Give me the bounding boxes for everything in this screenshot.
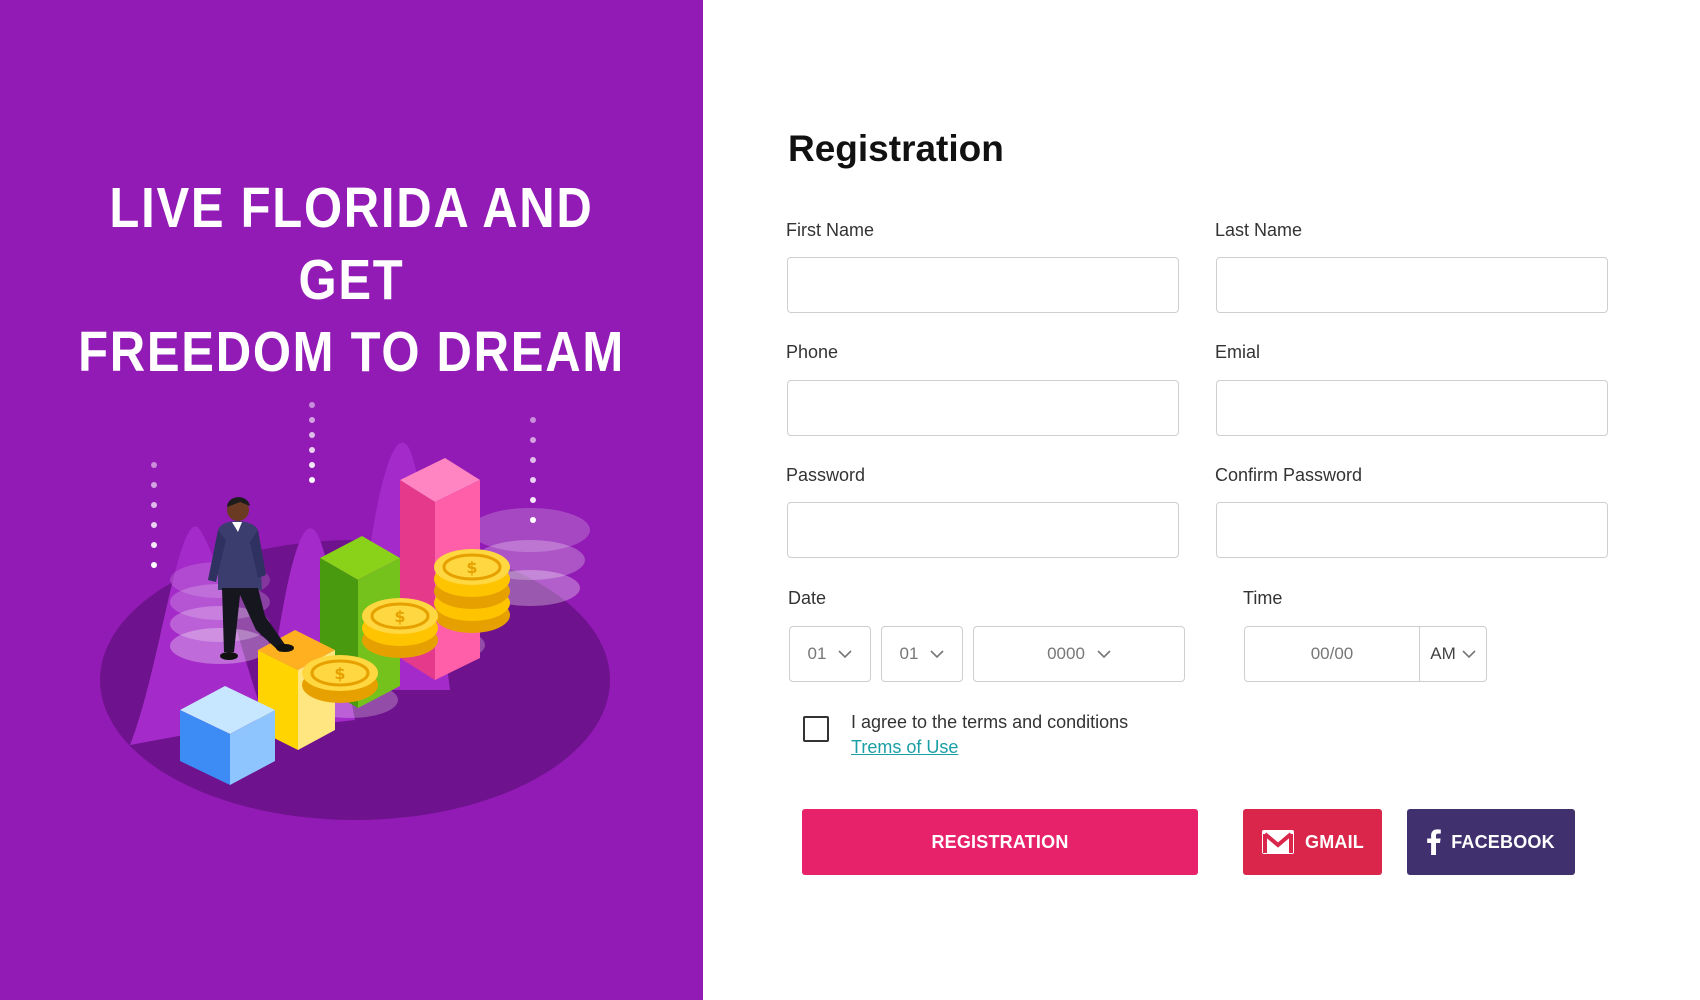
gmail-button[interactable]: GMAIL bbox=[1243, 809, 1382, 875]
time-label: Time bbox=[1243, 588, 1283, 608]
date-label: Date bbox=[788, 588, 827, 608]
registration-panel: Registration First Name Last Name Phone … bbox=[703, 0, 1700, 1000]
chevron-down-icon bbox=[838, 650, 853, 658]
date-month-value: 01 bbox=[899, 644, 919, 663]
confirm-password-label: Confirm Password bbox=[1215, 465, 1363, 485]
facebook-icon bbox=[1427, 829, 1441, 855]
hero-panel: LIVE FLORIDA AND GET FREEDOM TO DREAM $ … bbox=[0, 0, 703, 1000]
chevron-down-icon bbox=[1462, 650, 1476, 658]
terms-of-use-link[interactable]: Trems of Use bbox=[851, 737, 958, 758]
password-input[interactable] bbox=[787, 502, 1179, 558]
agree-text: I agree to the terms and conditions bbox=[851, 712, 1129, 732]
coin-stack-right: $ bbox=[434, 549, 510, 633]
chevron-down-icon bbox=[1097, 650, 1111, 658]
finance-illustration: $ $ $ bbox=[100, 402, 610, 820]
facebook-button-label: FACEBOOK bbox=[1451, 831, 1555, 852]
phone-label: Phone bbox=[786, 342, 839, 362]
hero-headline-line1: LIVE FLORIDA AND GET bbox=[109, 176, 594, 312]
time-input[interactable] bbox=[1245, 627, 1420, 681]
date-day-select[interactable]: 01 bbox=[789, 626, 871, 682]
ampm-value: AM bbox=[1430, 644, 1456, 663]
registration-button[interactable]: REGISTRATION bbox=[802, 809, 1198, 875]
registration-button-label: REGISTRATION bbox=[931, 831, 1069, 852]
svg-text:$: $ bbox=[394, 607, 405, 626]
chevron-down-icon bbox=[930, 650, 945, 658]
facebook-button[interactable]: FACEBOOK bbox=[1407, 809, 1575, 875]
first-name-input[interactable] bbox=[787, 257, 1179, 313]
ampm-select[interactable]: AM bbox=[1420, 627, 1486, 681]
svg-text:$: $ bbox=[334, 664, 345, 683]
date-month-select[interactable]: 01 bbox=[881, 626, 963, 682]
last-name-input[interactable] bbox=[1216, 257, 1608, 313]
phone-input[interactable] bbox=[787, 380, 1179, 436]
email-input[interactable] bbox=[1216, 380, 1608, 436]
date-year-select[interactable]: 0000 bbox=[973, 626, 1185, 682]
coin-stack-middle: $ bbox=[362, 598, 438, 658]
svg-text:$: $ bbox=[466, 558, 477, 577]
form-title: Registration bbox=[788, 128, 1004, 169]
confirm-password-input[interactable] bbox=[1216, 502, 1608, 558]
time-field-group: AM bbox=[1244, 626, 1487, 682]
gmail-button-label: GMAIL bbox=[1305, 831, 1364, 852]
date-year-value: 0000 bbox=[1047, 644, 1085, 663]
gmail-icon bbox=[1262, 830, 1294, 854]
coin-stack-left: $ bbox=[302, 655, 378, 703]
last-name-label: Last Name bbox=[1215, 220, 1303, 240]
email-label: Emial bbox=[1215, 342, 1261, 362]
hero-headline: LIVE FLORIDA AND GET FREEDOM TO DREAM bbox=[0, 172, 703, 388]
password-label: Password bbox=[786, 465, 866, 485]
terms-checkbox[interactable] bbox=[803, 716, 829, 742]
date-day-value: 01 bbox=[807, 644, 827, 663]
first-name-label: First Name bbox=[786, 220, 875, 240]
hero-headline-line2: FREEDOM TO DREAM bbox=[78, 320, 625, 384]
